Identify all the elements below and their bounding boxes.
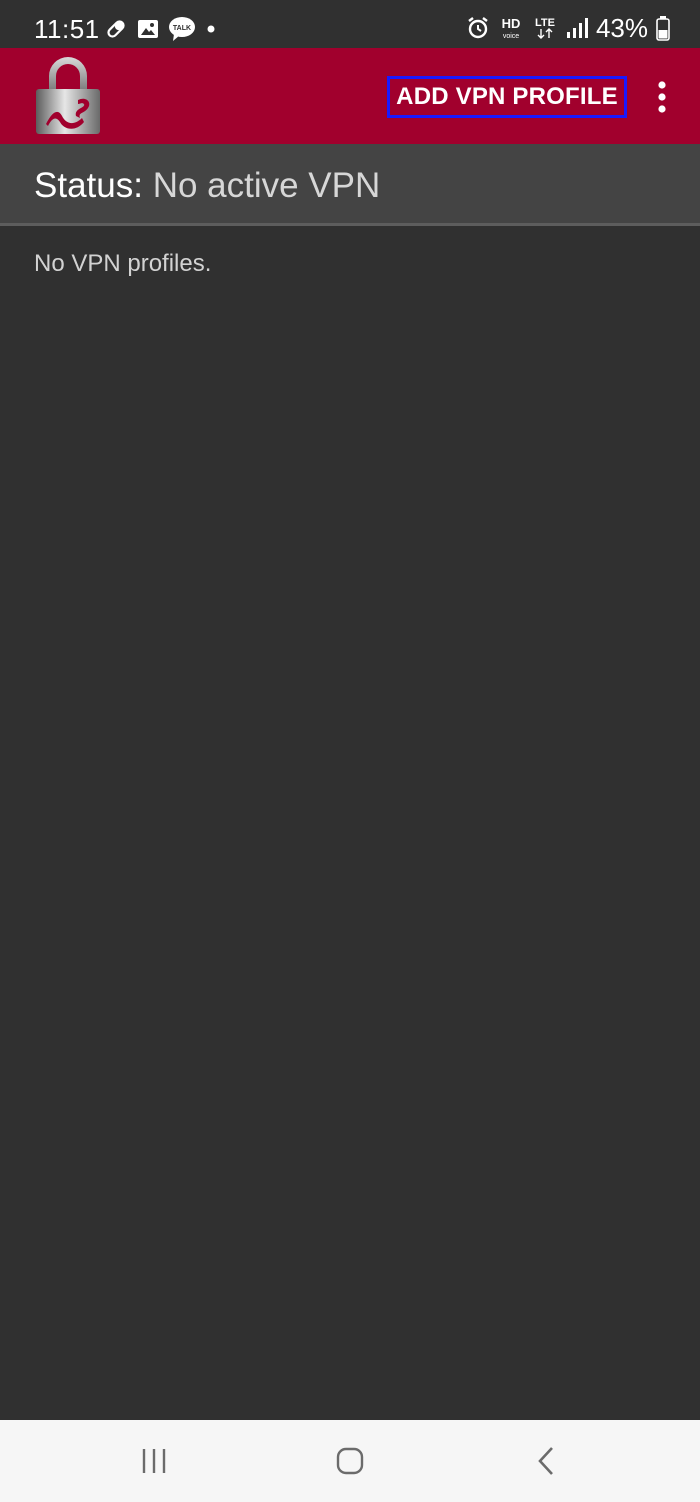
add-vpn-profile-button[interactable]: ADD VPN PROFILE	[387, 76, 627, 118]
system-icons: HD voice LTE 43%	[466, 12, 670, 44]
system-status-bar: 11:51 TALK HD voice LTE 43%	[0, 0, 700, 48]
svg-text:TALK: TALK	[173, 25, 191, 32]
status-label: Status:	[34, 166, 143, 205]
back-button[interactable]	[516, 1438, 576, 1484]
pill-icon	[107, 20, 125, 38]
empty-profiles-message: No VPN profiles.	[34, 250, 212, 277]
battery-icon	[656, 16, 670, 41]
vpn-status-panel: Status: No active VPN	[0, 144, 700, 226]
app-toolbar: ADD VPN PROFILE	[0, 48, 700, 144]
overflow-menu-icon[interactable]	[648, 78, 676, 118]
recents-icon	[142, 1449, 166, 1473]
hd-voice-icon: HD voice	[502, 16, 521, 40]
battery-percent: 43%	[595, 12, 648, 43]
vpn-status: Status: No active VPN	[34, 166, 380, 206]
svg-text:LTE: LTE	[535, 17, 555, 29]
back-icon	[538, 1447, 553, 1475]
gallery-icon	[138, 20, 158, 38]
status-value: No active VPN	[152, 166, 381, 205]
svg-text:HD: HD	[502, 16, 521, 31]
signal-icon	[566, 18, 588, 38]
home-icon	[336, 1447, 364, 1475]
strongswan-lock-logo	[36, 57, 100, 134]
home-button[interactable]	[320, 1438, 380, 1484]
recents-button[interactable]	[124, 1438, 184, 1484]
clock: 11:51	[34, 14, 100, 44]
dot-icon	[207, 25, 215, 33]
alarm-icon	[468, 17, 488, 39]
talk-icon: TALK	[169, 17, 195, 41]
system-navigation-bar	[0, 1420, 700, 1502]
add-vpn-profile-label: ADD VPN PROFILE	[396, 83, 618, 110]
lte-icon: LTE	[535, 17, 555, 39]
notification-icons: TALK	[104, 14, 218, 44]
svg-text:voice: voice	[503, 33, 519, 40]
